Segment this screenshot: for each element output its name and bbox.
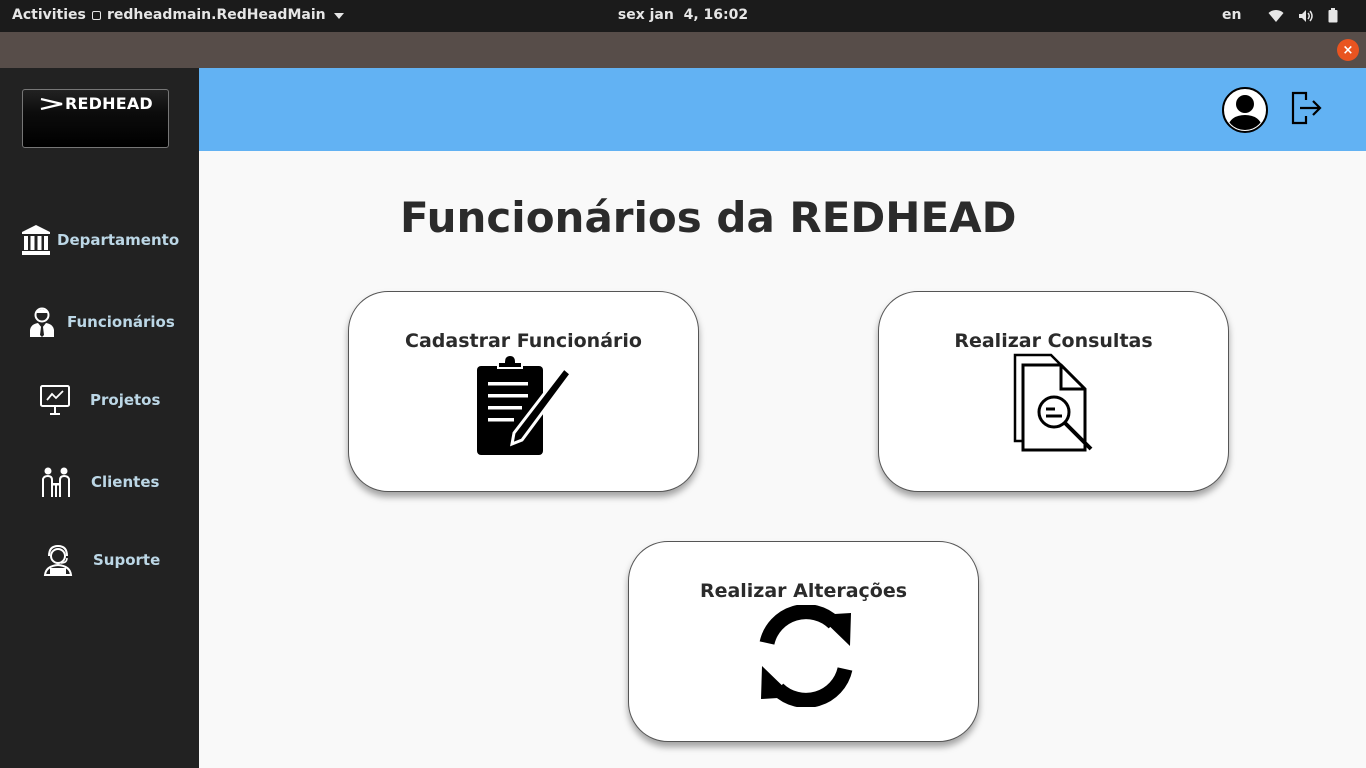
support-agent-icon (43, 544, 73, 576)
document-search-icon (1013, 353, 1093, 452)
logo-text: REDHEAD (65, 94, 153, 113)
cadastrar-funcionario-card[interactable]: Cadastrar Funcionário (348, 291, 699, 492)
input-language[interactable]: en (1222, 7, 1241, 23)
redhead-logo: REDHEAD (22, 89, 169, 148)
battery-icon (1328, 8, 1338, 23)
sidebar-item-departamento[interactable]: Departamento (21, 224, 179, 256)
logout-icon[interactable] (1290, 91, 1324, 125)
system-tray[interactable] (1268, 8, 1338, 23)
sidebar: REDHEAD Departamento Funcionários Projet… (0, 68, 199, 768)
sidebar-item-label: Funcionários (67, 313, 175, 331)
refresh-icon (759, 605, 853, 707)
sidebar-item-clientes[interactable]: Clientes (40, 466, 159, 498)
app-menu-label: redheadmain.RedHeadMain (107, 7, 326, 23)
logo-arrow-icon (40, 98, 63, 110)
page-title: Funcionários da REDHEAD (400, 193, 1017, 242)
close-icon: × (1342, 42, 1354, 58)
volume-icon (1299, 9, 1313, 22)
sidebar-item-label: Clientes (91, 473, 160, 491)
sidebar-item-label: Departamento (57, 231, 180, 249)
window-title-bar[interactable]: × (0, 32, 1366, 68)
sidebar-item-suporte[interactable]: Suporte (42, 544, 160, 576)
header-bar (199, 68, 1366, 151)
close-window-button[interactable]: × (1337, 39, 1359, 61)
card-label: Realizar Consultas (954, 330, 1153, 352)
app-window-icon (92, 11, 101, 20)
card-label: Realizar Alterações (699, 580, 908, 602)
sidebar-item-projetos[interactable]: Projetos (39, 384, 160, 416)
activities-button[interactable]: Activities (12, 7, 86, 23)
realizar-alteracoes-card[interactable]: Realizar Alterações (628, 541, 979, 742)
meeting-icon (42, 467, 70, 497)
app-menu[interactable]: redheadmain.RedHeadMain (92, 7, 344, 23)
sidebar-item-label: Suporte (93, 551, 161, 569)
sidebar-item-funcionarios[interactable]: Funcionários (29, 306, 175, 338)
clipboard-pencil-icon (477, 354, 572, 455)
sidebar-item-label: Projetos (90, 391, 161, 409)
user-avatar-icon[interactable] (1222, 87, 1268, 133)
main-content: Funcionários da REDHEAD Cadastrar Funcio… (199, 151, 1366, 768)
wifi-icon (1268, 9, 1284, 22)
card-label: Cadastrar Funcionário (405, 330, 642, 352)
chevron-down-icon (333, 13, 344, 19)
bank-icon (22, 225, 50, 255)
employee-icon (30, 307, 54, 337)
presentation-icon (40, 385, 70, 415)
system-top-bar: Activities redheadmain.RedHeadMain sex j… (0, 0, 1366, 32)
realizar-consultas-card[interactable]: Realizar Consultas (878, 291, 1229, 492)
